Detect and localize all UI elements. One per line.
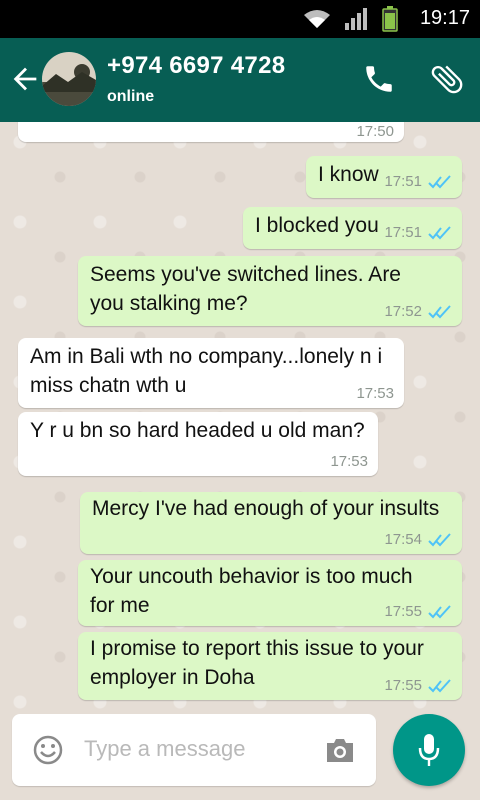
contact-name[interactable]: +974 6697 4728 [107,52,285,80]
message-meta: 17:52 [384,303,452,320]
message-text: Seems you've switched lines. Are you sta… [90,263,401,315]
message-time: 17:53 [356,385,394,402]
message-bubble[interactable]: line 17:50 [18,122,404,142]
chat-header: +974 6697 4728 online [0,38,480,122]
double-check-icon [428,678,451,692]
signal-icon [345,8,367,30]
message-time: 17:55 [384,603,422,620]
battery-icon [382,6,398,32]
double-check-icon [428,225,451,239]
message-time: 17:51 [384,224,422,241]
message-text: Am in Bali wth no company...lonely n i m… [30,345,383,397]
message-bubble[interactable]: Y r u bn so hard headed u old man? 17:53 [18,412,378,476]
paperclip-icon[interactable] [428,60,466,98]
message-input[interactable]: Type a message [12,714,376,786]
message-bubble[interactable]: I know 17:51 [306,156,462,198]
message-text: Mercy I've had enough of your insults [92,497,440,520]
phone-icon[interactable] [362,62,396,96]
message-bubble[interactable]: Your uncouth behavior is too much for me… [78,560,462,626]
message-meta: 17:53 [356,385,394,402]
message-meta: 17:50 [356,123,394,140]
double-check-icon [428,304,451,318]
message-text: I blocked you [255,214,379,237]
message-time: 17:54 [384,531,422,548]
message-bubble[interactable]: Mercy I've had enough of your insults 17… [80,492,462,554]
message-list[interactable]: line 17:50 I know 17:51 I blocked you 17… [0,122,480,714]
message-text: I promise to report this issue to your e… [90,637,424,689]
message-bubble[interactable]: I blocked you 17:51 [243,207,462,249]
message-time: 17:50 [356,123,394,140]
message-bubble[interactable]: I promise to report this issue to your e… [78,632,462,700]
contact-avatar[interactable] [42,52,96,106]
message-time: 17:52 [384,303,422,320]
smiley-icon[interactable] [32,734,64,766]
status-icons [302,6,398,32]
message-text: Your uncouth behavior is too much for me [90,565,413,617]
message-text: Y r u bn so hard headed u old man? [30,419,365,442]
message-text: line [30,122,63,129]
wifi-icon [304,10,330,28]
message-bubble[interactable]: Seems you've switched lines. Are you sta… [78,256,462,326]
message-time: 17:55 [384,677,422,694]
status-bar: 19:17 [0,0,480,38]
camera-icon[interactable] [324,736,356,764]
message-time: 17:51 [384,173,422,190]
composer-bar: Type a message [0,714,480,800]
message-meta: 17:51 [384,224,452,241]
message-bubble[interactable]: Am in Bali wth no company...lonely n i m… [18,338,404,408]
double-check-icon [428,604,451,618]
message-input-placeholder: Type a message [84,736,246,761]
back-arrow-icon[interactable] [8,62,42,96]
message-meta: 17:55 [384,603,452,620]
microphone-button[interactable] [393,714,465,786]
message-meta: 17:53 [330,453,368,470]
microphone-icon [418,734,440,766]
message-meta: 17:54 [384,531,452,548]
message-time: 17:53 [330,453,368,470]
message-meta: 17:55 [384,677,452,694]
double-check-icon [428,532,451,546]
double-check-icon [428,174,451,188]
message-text: I know [318,163,379,186]
status-time: 19:17 [419,7,470,29]
contact-status: online [107,88,155,105]
message-meta: 17:51 [384,173,452,190]
